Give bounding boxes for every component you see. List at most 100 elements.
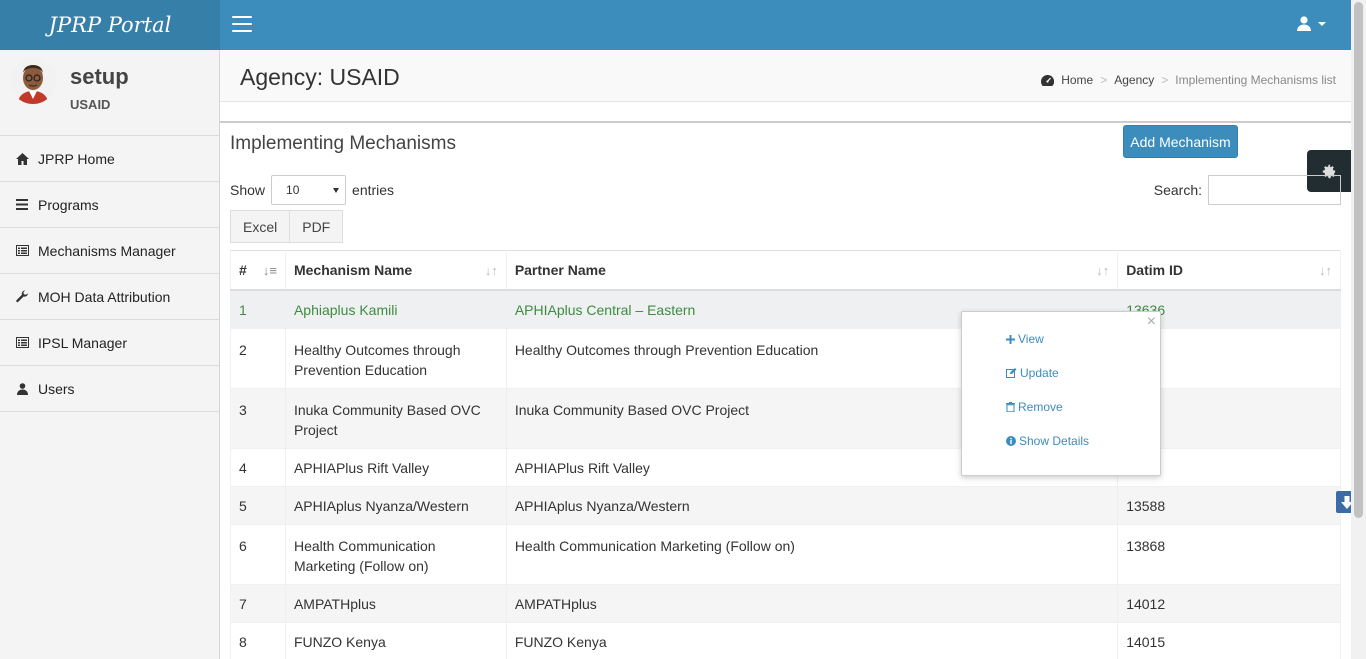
page-length-select[interactable]: 10 [271,175,347,205]
breadcrumb-agency[interactable]: Agency [1114,73,1154,87]
cell-partner-name: Health Communication Marketing (Follow o… [505,523,1119,585]
cell-mechanism-name: Aphiaplus Kamili [284,289,507,329]
page-title: Agency: USAID [240,64,400,90]
content-header: Agency: USAID Home > Agency > Implementi… [220,50,1366,102]
entries-label: entries [352,182,395,198]
column-header-mechanism-name[interactable]: Mechanism Name ↓↑ [284,250,507,291]
sidebar-item-label: IPSL Manager [38,334,127,351]
excel-button[interactable]: Excel [230,210,291,243]
cell-datim-id: 13588 [1117,485,1341,525]
cell-partner-name: AMPATHplus [505,583,1119,623]
row-action-popup: × View Update Remove Show Details [961,311,1161,476]
list-icon [15,199,29,210]
sidebar-item-ipsl-manager[interactable]: IPSL Manager [0,320,219,366]
user-icon [15,382,29,395]
sidebar-item-label: MOH Data Attribution [38,288,171,305]
column-header-number[interactable]: # ↓≡ [230,250,286,291]
sidebar-item-mechanisms-manager[interactable]: Mechanisms Manager [0,228,219,274]
cell-mechanism-name: AMPATHplus [284,583,507,623]
column-header-partner-name[interactable]: Partner Name ↓↑ [505,250,1119,291]
column-header-datim-id[interactable]: Datim ID ↓↑ [1117,250,1341,291]
cell-number: 1 [230,289,286,329]
search-label: Search: [1153,182,1202,198]
cell-number: 8 [230,621,286,659]
search-control: Search: [1154,175,1341,205]
table-row[interactable]: 4 APHIAPlus Rift Valley APHIAPlus Rift V… [230,447,1341,487]
list-alt-icon [15,337,29,348]
list-alt-icon [15,245,29,256]
breadcrumb: Home > Agency > Implementing Mechanisms … [1041,73,1336,87]
cell-datim-id: 14015 [1117,621,1341,659]
sort-asc-icon: ↓≡ [262,263,277,278]
page-length-value: 10 [286,183,300,197]
avatar [10,58,56,104]
scrollbar-thumb[interactable] [1354,2,1363,518]
main-content: Agency: USAID Home > Agency > Implementi… [220,50,1366,659]
sidebar-item-label: JPRP Home [38,150,115,167]
user-icon [1297,16,1311,31]
view-action[interactable]: View [1006,332,1044,346]
sidebar-toggle-icon[interactable] [232,16,252,32]
wrench-icon [15,290,29,303]
search-input[interactable] [1208,175,1341,205]
sort-icon: ↓↑ [1096,263,1110,278]
show-label: Show [230,182,266,198]
export-buttons: Excel PDF [230,210,344,243]
user-panel: setup USAID [0,50,219,136]
sidebar-item-users[interactable]: Users [0,366,219,412]
sort-icon: ↓↑ [1319,263,1332,278]
cell-datim-id: 14012 [1117,583,1341,623]
cell-number: 2 [230,327,286,389]
add-mechanism-button[interactable]: Add Mechanism [1123,125,1238,158]
page-length-control: Show 10 entries [230,175,394,205]
cell-number: 3 [230,387,286,449]
user-menu[interactable] [1296,15,1326,31]
breadcrumb-home[interactable]: Home [1061,73,1093,87]
cell-partner-name: FUNZO Kenya [505,621,1119,659]
update-action[interactable]: Update [1006,366,1059,380]
box-title: Implementing Mechanisms [230,133,456,154]
remove-action[interactable]: Remove [1006,400,1063,414]
breadcrumb-separator: > [1100,73,1108,87]
show-details-action[interactable]: Show Details [1006,434,1089,448]
cell-number: 5 [230,485,286,525]
user-org: USAID [70,97,111,112]
cell-mechanism-name: APHIAplus Nyanza/Western [284,485,507,525]
cell-mechanism-name: Healthy Outcomes through Prevention Educ… [284,327,507,389]
sidebar-item-label: Users [38,380,75,397]
chevron-down-icon [1318,22,1326,26]
edit-icon [1006,368,1017,378]
close-icon[interactable]: × [1147,313,1156,331]
sidebar-item-jprp-home[interactable]: JPRP Home [0,136,219,182]
cell-number: 7 [230,583,286,623]
breadcrumb-current: Implementing Mechanisms list [1175,73,1336,87]
cell-mechanism-name: Inuka Community Based OVC Project [284,387,507,449]
table-row[interactable]: 3 Inuka Community Based OVC Project Inuk… [230,387,1341,449]
cell-mechanism-name: Health Communication Marketing (Follow o… [284,523,507,585]
table-row[interactable]: 5 APHIAplus Nyanza/Western APHIAplus Nya… [230,485,1341,525]
trash-icon [1006,402,1015,412]
box-top-border [220,121,1366,123]
table-row[interactable]: 8 FUNZO Kenya FUNZO Kenya 14015 [230,621,1341,659]
cell-partner-name: APHIAplus Nyanza/Western [505,485,1119,525]
cell-number: 4 [230,447,286,487]
pdf-button[interactable]: PDF [290,210,344,243]
sidebar-item-moh-data-attribution[interactable]: MOH Data Attribution [0,274,219,320]
table-row[interactable]: 7 AMPATHplus AMPATHplus 14012 [230,583,1341,623]
brand-logo[interactable]: JPRP Portal [0,0,220,50]
table-row[interactable]: 1 Aphiaplus Kamili APHIAplus Central – E… [230,289,1341,329]
home-icon [15,152,29,165]
table-row[interactable]: 2 Healthy Outcomes through Prevention Ed… [230,327,1341,389]
mechanisms-table: # ↓≡ Mechanism Name ↓↑ Partner Name ↓↑ Dati… [230,250,1341,659]
top-navbar [220,0,1366,50]
table-row[interactable]: 6 Health Communication Marketing (Follow… [230,523,1341,585]
sidebar-item-programs[interactable]: Programs [0,182,219,228]
sidebar-item-label: Programs [38,196,99,213]
table-header-row: # ↓≡ Mechanism Name ↓↑ Partner Name ↓↑ Dati… [230,250,1341,291]
page-scrollbar[interactable] [1351,0,1366,659]
chevron-down-icon [333,187,340,193]
sidebar-item-label: Mechanisms Manager [38,242,176,259]
dashboard-icon [1041,74,1055,86]
cell-mechanism-name: FUNZO Kenya [284,621,507,659]
plus-icon [1006,334,1015,344]
